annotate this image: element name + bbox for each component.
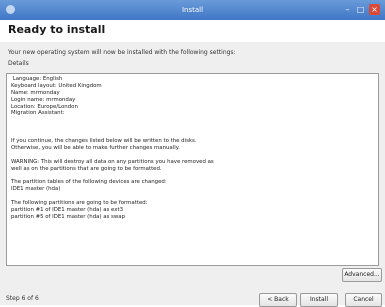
details-line: Login name: mrmonday: [11, 96, 76, 103]
details-line: [11, 172, 374, 179]
details-line: Keyboard layout: United Kingdom: [11, 82, 102, 89]
page-header: Ready to install: [0, 20, 385, 42]
intro-text: Your new operating system will now be in…: [8, 49, 236, 56]
details-line: [11, 117, 374, 124]
details-line: The partition tables of the following de…: [11, 179, 167, 186]
details-line: [11, 152, 374, 159]
maximize-button[interactable]: □: [355, 4, 366, 15]
details-line: Language: English: [11, 76, 63, 82]
window-title: Install: [181, 6, 204, 14]
details-line: WARNING: This will destroy all data on a…: [11, 158, 214, 165]
details-line: [11, 193, 374, 200]
details-line: well as on the partitions that are going…: [11, 165, 162, 172]
details-textbox[interactable]: Language: English Keyboard layout: United…: [6, 73, 379, 266]
details-line: IDE1 master (hda): [11, 186, 61, 193]
step-indicator: Step 6 of 6: [6, 295, 39, 302]
close-button[interactable]: ×: [369, 4, 380, 15]
details-label: Details: [8, 60, 29, 67]
details-line: If you continue, the changes listed belo…: [11, 138, 197, 145]
details-line: partition #1 of IDE1 master (hda) as ext…: [11, 206, 124, 213]
details-line: [11, 131, 374, 138]
page-title: Ready to install: [8, 23, 106, 36]
details-line: Location: Europe/London: [11, 103, 78, 110]
details-line: [11, 124, 374, 131]
minimize-button[interactable]: –: [342, 4, 353, 15]
details-line: partition #5 of IDE1 master (hda) as swa…: [11, 213, 126, 220]
advanced-button[interactable]: Advanced...: [342, 268, 382, 282]
details-line: Otherwise, you will be able to make furt…: [11, 144, 180, 151]
window-titlebar[interactable]: Install – □ ×: [0, 0, 385, 20]
details-line: The following partitions are going to be…: [11, 200, 148, 207]
details-line: Migration Assistant:: [11, 110, 65, 117]
details-line: Name: mrmonday: [11, 89, 60, 96]
main-content: Your new operating system will now be in…: [0, 42, 385, 307]
